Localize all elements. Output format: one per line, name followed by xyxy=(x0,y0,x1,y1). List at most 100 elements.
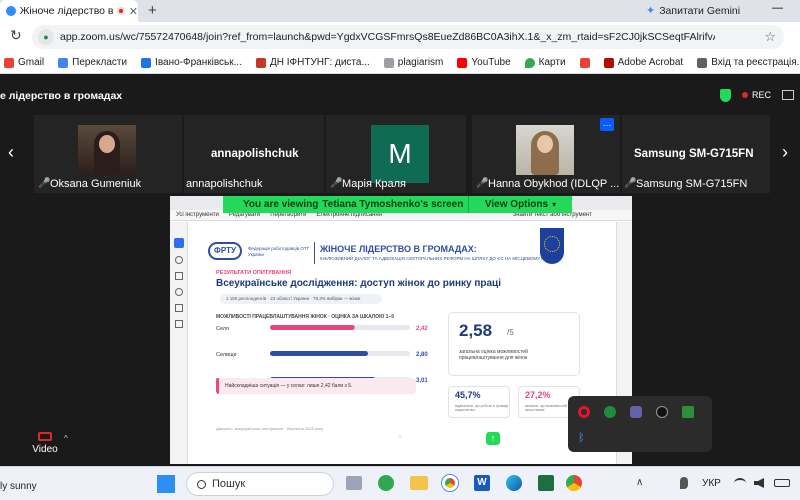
slide-logo: ФРТУ xyxy=(208,242,242,260)
site-settings-icon[interactable]: ● xyxy=(38,29,54,45)
strip-next-icon[interactable]: › xyxy=(782,142,788,163)
bookmark-label: Івано-Франківськ... xyxy=(155,57,242,68)
language-indicator[interactable]: УКР xyxy=(702,478,721,489)
bookmark-dn[interactable]: ДН ІФНТУНГ: диста... xyxy=(255,57,370,68)
participant-name: Oksana Gumeniuk xyxy=(50,178,142,190)
taskbar-app-icon[interactable] xyxy=(378,475,394,491)
header-divider xyxy=(314,242,315,264)
bookmark-plagiarism[interactable]: plagiarism xyxy=(383,57,444,68)
participant-tile[interactable]: M 🎤 Марія Краля xyxy=(326,115,466,193)
tray-chevron-icon[interactable]: ∧ xyxy=(636,477,643,488)
bookmark-ivano[interactable]: Івано-Франківськ... xyxy=(141,57,242,68)
shield-icon[interactable] xyxy=(720,89,731,102)
participant-name: Марія Краля xyxy=(342,178,406,190)
bookmark-acrobat[interactable]: Adobe Acrobat xyxy=(603,57,683,68)
bookmark-star-icon[interactable]: ☆ xyxy=(764,29,776,45)
stat-value: 27,2% xyxy=(525,390,551,400)
zoom-header: е лідерство в громадах REC xyxy=(0,86,800,106)
more-dots-icon: ··· xyxy=(543,432,557,446)
bookmark-label: plagiarism xyxy=(397,57,444,68)
acrobat-icon xyxy=(603,57,614,68)
eu-stars xyxy=(544,236,560,252)
video-label: Video xyxy=(32,444,58,455)
participant-tile[interactable]: 🎤 Oksana Gumeniuk xyxy=(34,115,182,193)
edge-icon[interactable] xyxy=(506,475,522,491)
bar-category-label: Селище xyxy=(216,352,237,358)
slide-page: ФРТУ Федерація роботодавців ОТГ України … xyxy=(200,226,600,464)
page-gap xyxy=(0,74,800,86)
reload-icon[interactable]: ↻ xyxy=(10,27,22,44)
word-icon[interactable]: W xyxy=(474,475,490,491)
bookmark-label: Gmail xyxy=(18,57,45,68)
excel-icon[interactable] xyxy=(538,475,554,491)
wifi-icon[interactable] xyxy=(734,478,746,488)
bookmark-gmail[interactable]: Gmail xyxy=(4,57,44,68)
view-options-label: View Options xyxy=(484,199,549,210)
file-explorer-icon[interactable] xyxy=(410,476,428,490)
strip-prev-icon[interactable]: ‹ xyxy=(8,142,14,163)
participants-icon: 49 xyxy=(311,432,334,442)
new-tab-button[interactable]: + xyxy=(148,2,157,19)
meta-pill: 1 150 респондентів · 23 області України … xyxy=(220,294,382,304)
url-text: app.zoom.us/wc/75572470648/join?ref_from… xyxy=(60,31,715,43)
slide-heading: Всеукраїнське дослідження: доступ жінок … xyxy=(216,278,501,289)
bookmark-youtube[interactable]: YouTube xyxy=(457,57,511,68)
task-view-icon[interactable] xyxy=(346,476,362,490)
share-button[interactable]: ↑ Share xyxy=(478,432,508,459)
opera-icon[interactable] xyxy=(578,406,590,418)
video-options-icon[interactable]: ^ xyxy=(64,434,68,443)
participant-video xyxy=(516,125,574,175)
bookmark-label: ДН ІФНТУНГ: диста... xyxy=(269,57,370,68)
participant-tile[interactable]: annapolishchuk annapolishchuk xyxy=(184,115,324,193)
tab-close-icon[interactable]: ✕ xyxy=(129,5,138,18)
site-icon xyxy=(697,57,708,68)
address-bar[interactable]: ● app.zoom.us/wc/75572470648/join?ref_fr… xyxy=(32,25,784,49)
gmail-icon xyxy=(4,57,14,68)
battery-icon[interactable] xyxy=(774,479,790,487)
participants-button[interactable]: 49 Participants xyxy=(297,432,349,456)
tray-app-icon[interactable] xyxy=(604,406,616,418)
video-camera-icon xyxy=(38,432,52,441)
browser-tab[interactable]: Жіноче лідерство в громад ✕ xyxy=(0,0,138,22)
stat-value: 45,7% xyxy=(455,390,481,400)
minimize-icon[interactable]: — xyxy=(772,2,783,14)
view-options-button[interactable]: View Options ▾ xyxy=(468,196,572,213)
participant-name: Samsung SM-G715FN xyxy=(636,178,748,190)
chat-button[interactable]: Chat xyxy=(366,432,394,457)
chat-options-icon[interactable]: ^ xyxy=(398,434,402,443)
layout-icon[interactable] xyxy=(782,90,794,100)
react-button[interactable]: React xyxy=(422,432,452,458)
slide-title: ЖІНОЧЕ ЛІДЕРСТВО В ГРОМАДАХ: xyxy=(320,244,477,254)
gemini-button[interactable]: ✦ Запитати Gemini xyxy=(646,4,740,18)
heart-icon xyxy=(431,432,443,444)
bookmark-login[interactable]: Вхід та реєстрація... xyxy=(697,57,800,68)
more-button[interactable]: ··· More xyxy=(536,432,564,460)
bookmark-translate[interactable]: Перекласти xyxy=(58,57,127,68)
chrome-icon[interactable] xyxy=(442,475,458,491)
tray-app-icon[interactable] xyxy=(682,406,694,418)
muted-mic-icon: 🎤 xyxy=(330,178,343,189)
share-arrow-icon: ↑ xyxy=(486,432,500,445)
volume-icon[interactable] xyxy=(754,478,764,488)
tile-menu-button[interactable]: … xyxy=(600,118,614,131)
more-label: More xyxy=(538,449,562,460)
translate-icon xyxy=(58,57,69,68)
weather-label: ly sunny xyxy=(0,481,37,492)
bar xyxy=(270,325,355,330)
score-label: загальна оцінка можливостей працевлаштув… xyxy=(459,349,528,361)
windows-start-icon[interactable] xyxy=(157,475,175,493)
bluetooth-icon[interactable]: ᛒ xyxy=(578,432,585,444)
react-label: React xyxy=(423,447,451,458)
meeting-title: е лідерство в громадах xyxy=(0,90,123,102)
chrome-profile-icon[interactable] xyxy=(566,475,582,491)
tray-app-icon[interactable] xyxy=(630,406,642,418)
bookmark-gmail-2[interactable] xyxy=(579,57,590,68)
video-button[interactable]: Video xyxy=(30,432,60,455)
tray-app-icon[interactable] xyxy=(656,406,668,418)
bookmark-maps[interactable]: Карти xyxy=(524,57,566,68)
participant-tile[interactable]: Samsung SM-G715FN 🎤 Samsung SM-G715FN xyxy=(622,115,770,193)
taskbar-search[interactable]: Пошук xyxy=(186,472,334,496)
bar-value-label: 3,01 xyxy=(416,378,428,384)
score-value: 2,58 xyxy=(459,321,493,340)
participant-tile[interactable]: 🎤 Hanna Obykhod (IDLQP ... xyxy=(472,115,620,193)
